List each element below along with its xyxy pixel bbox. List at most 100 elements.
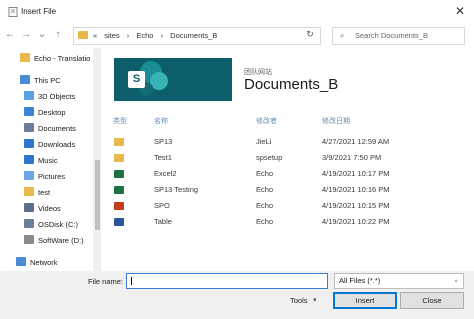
file-name: SP13 Testing	[154, 185, 199, 194]
file-modified-by: Echo	[256, 201, 274, 210]
nav-item-label: Desktop	[38, 108, 66, 117]
navigation-scrollbar-thumb[interactable]	[95, 160, 100, 230]
column-header-modified[interactable]: 修改日期	[322, 116, 350, 126]
address-bar[interactable]: « sites › Echo › Documents_B ⌄	[73, 27, 358, 45]
tools-dropdown-icon[interactable]: ▾	[313, 296, 317, 304]
nav-item-label: Documents	[38, 124, 76, 133]
file-modified-by: Echo	[256, 217, 274, 226]
nav-item-label: OSDisk (C:)	[38, 220, 78, 229]
network-icon	[16, 257, 26, 266]
column-header-name[interactable]: 名称	[154, 116, 168, 126]
file-row[interactable]: SP13 JieLi 4/27/2021 12:59 AM	[104, 135, 469, 149]
file-modified-by: Echo	[256, 185, 274, 194]
breadcrumb: « sites › Echo › Documents_B	[93, 31, 222, 40]
column-header-type[interactable]: 类型	[113, 116, 127, 126]
app-icon	[8, 7, 18, 17]
breadcrumb-item-sites[interactable]: sites	[104, 31, 119, 40]
nav-item-label: Network	[30, 258, 58, 267]
close-button[interactable]: Close	[400, 292, 464, 309]
forward-arrow-icon[interactable]: →	[20, 28, 32, 42]
drive-icon	[24, 235, 34, 244]
disk-icon	[24, 219, 34, 228]
search-input[interactable]: ⌕ Search Documents_B	[332, 27, 465, 45]
nav-item-label: Downloads	[38, 140, 76, 149]
file-modified-by: spsetup	[256, 153, 283, 162]
tools-menu-button[interactable]: Tools	[290, 296, 308, 305]
site-title: Documents_B	[244, 76, 339, 93]
music-icon	[24, 155, 34, 164]
file-name-input[interactable]	[126, 273, 328, 289]
search-icon: ⌕	[340, 31, 345, 40]
nav-item[interactable]: test	[24, 186, 50, 200]
breadcrumb-overflow[interactable]: «	[93, 31, 97, 40]
file-type-select[interactable]: All Files (*.*) ⌄	[334, 273, 464, 289]
folder-icon	[114, 154, 124, 162]
nav-item[interactable]: Music	[24, 154, 58, 168]
nav-item-label: test	[38, 188, 51, 197]
site-logo: S	[114, 58, 232, 101]
file-modified-date: 4/27/2021 12:59 AM	[322, 137, 390, 146]
nav-item-label: Videos	[38, 204, 61, 213]
chevron-down-icon: ⌄	[453, 277, 459, 284]
refresh-icon[interactable]: ↻	[303, 29, 317, 41]
breadcrumb-separator[interactable]: ›	[127, 31, 130, 40]
folder-icon	[24, 187, 34, 196]
folder-icon	[78, 31, 88, 39]
file-modified-date: 3/9/2021 7:50 PM	[322, 153, 382, 162]
nav-item-label: SoftWare (D:)	[38, 236, 84, 245]
file-row[interactable]: Test1 spsetup 3/9/2021 7:50 PM	[104, 151, 469, 165]
file-name: Test1	[154, 153, 172, 162]
cube-icon	[24, 91, 34, 100]
nav-item[interactable]: Downloads	[24, 138, 75, 152]
nav-item-label: This PC	[34, 76, 61, 85]
window-title: Insert File	[21, 7, 57, 16]
recent-chevron-icon[interactable]: ⌄	[36, 28, 48, 42]
file-modified-date: 4/19/2021 10:17 PM	[322, 169, 390, 178]
download-icon	[24, 139, 34, 148]
breadcrumb-item-documents-b[interactable]: Documents_B	[170, 31, 217, 40]
nav-item[interactable]: Desktop	[24, 106, 66, 120]
nav-item[interactable]: SoftWare (D:)	[24, 234, 84, 248]
file-row[interactable]: SP13 Testing Echo 4/19/2021 10:16 PM	[104, 183, 469, 197]
file-name: Excel2	[154, 169, 177, 178]
file-name-label: File name:	[88, 277, 124, 286]
folder-icon	[114, 138, 124, 146]
excel-icon	[114, 170, 124, 178]
file-type-value: All Files (*.*)	[339, 276, 381, 285]
powerpoint-icon	[114, 202, 124, 210]
nav-item-label: 3D Objects	[38, 92, 76, 101]
column-header-modified-by[interactable]: 修改者	[256, 116, 277, 126]
computer-icon	[20, 75, 30, 84]
nav-item[interactable]: 3D Objects	[24, 90, 75, 104]
breadcrumb-separator[interactable]: ›	[161, 31, 164, 40]
back-arrow-icon[interactable]: ←	[4, 28, 16, 42]
title-bar: Insert File ✕	[0, 0, 474, 24]
file-row[interactable]: Table Echo 4/19/2021 10:22 PM	[104, 215, 469, 229]
desktop-icon	[24, 107, 34, 116]
file-modified-by: JieLi	[256, 137, 272, 146]
file-modified-date: 4/19/2021 10:22 PM	[322, 217, 390, 226]
nav-item[interactable]: OSDisk (C:)	[24, 218, 78, 232]
up-arrow-icon[interactable]: ↑	[52, 28, 64, 42]
nav-item[interactable]: Documents	[24, 122, 76, 136]
file-row[interactable]: Excel2 Echo 4/19/2021 10:17 PM	[104, 167, 469, 181]
nav-item-label: Music	[38, 156, 58, 165]
file-name: SP13	[154, 137, 173, 146]
nav-item[interactable]: Network	[16, 256, 58, 270]
nav-item-label: Pictures	[38, 172, 66, 181]
insert-button[interactable]: Insert	[333, 292, 397, 309]
nav-item[interactable]: Echo - Translatio	[20, 52, 90, 66]
search-placeholder: Search Documents_B	[355, 31, 428, 40]
excel-icon	[114, 186, 124, 194]
breadcrumb-item-echo[interactable]: Echo	[136, 31, 153, 40]
close-window-icon[interactable]: ✕	[455, 4, 465, 18]
nav-item[interactable]: Pictures	[24, 170, 65, 184]
file-row[interactable]: SPO Echo 4/19/2021 10:15 PM	[104, 199, 469, 213]
nav-item[interactable]: Videos	[24, 202, 61, 216]
file-name: Table	[154, 217, 172, 226]
nav-item-label: Echo - Translatio	[34, 54, 91, 63]
pictures-icon	[24, 171, 34, 180]
nav-item[interactable]: This PC	[20, 74, 61, 88]
text-caret	[131, 277, 132, 285]
word-icon	[114, 218, 124, 226]
